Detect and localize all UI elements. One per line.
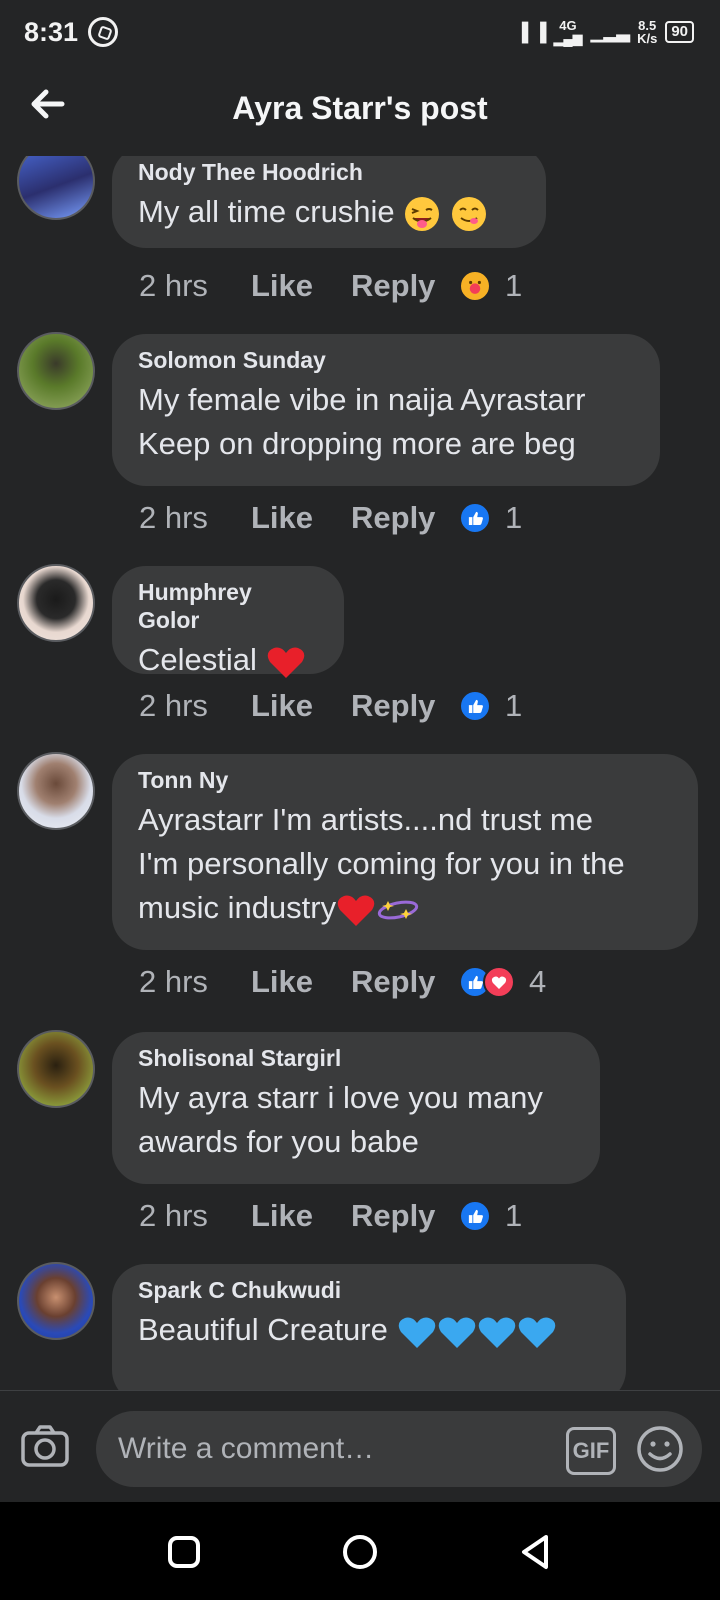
reaction-count: 4 [529, 964, 547, 999]
comment-actions: 2 hrs Like Reply 1 [139, 688, 522, 724]
comment-author[interactable]: Sholisonal Stargirl [138, 1044, 574, 1072]
reaction-summary[interactable] [459, 502, 491, 534]
comment-bubble: Solomon Sunday My female vibe in naija A… [112, 334, 660, 486]
comment-author[interactable]: Tonn Ny [138, 766, 672, 794]
like-button[interactable]: Like [251, 1198, 351, 1234]
comment-bubble: Sholisonal Stargirl My ayra starr i love… [112, 1032, 600, 1184]
whatsapp-icon [88, 17, 119, 47]
reply-button[interactable]: Reply [351, 1198, 459, 1234]
comment-text: Beautiful Creature [138, 1308, 600, 1352]
status-time: 8:31 [24, 16, 79, 47]
comment-text: My female vibe in naija Ayrastarr Keep on… [138, 382, 586, 461]
comment-time[interactable]: 2 hrs [139, 688, 251, 724]
like-reaction-icon [459, 1200, 491, 1232]
comment-composer: GIF [0, 1390, 720, 1502]
blue-heart-emoji-icon [398, 1317, 435, 1348]
comment-text: Celestial [138, 638, 318, 682]
like-reaction-icon [459, 502, 491, 534]
comment-time[interactable]: 2 hrs [139, 500, 251, 536]
system-nav-bar [0, 1502, 720, 1600]
recent-apps-icon[interactable] [164, 1532, 204, 1572]
comment-text: My ayra starr i love you many awards for … [138, 1080, 543, 1159]
camera-icon[interactable] [20, 1423, 70, 1469]
reply-button[interactable]: Reply [351, 964, 459, 1000]
reply-button[interactable]: Reply [351, 500, 459, 536]
comment-actions: 2 hrs Like Reply 1 [139, 500, 522, 536]
like-button[interactable]: Like [251, 964, 351, 1000]
reaction-count: 1 [505, 688, 523, 723]
comment-bubble: Humphrey Golor Celestial [112, 566, 344, 678]
status-bar: 8:31 ▌▐ 4G ▂▄▆ ▁▂▃ 8.5 K/s 90 [0, 0, 720, 64]
comment-text: My all time crushie [138, 190, 520, 234]
comment-text: Ayrastarr I'm artists....nd trust me I'm … [138, 798, 672, 930]
avatar[interactable] [17, 752, 95, 830]
network-speed: 8.5 K/s [637, 18, 658, 46]
blue-heart-emoji-icon [518, 1317, 555, 1348]
avatar[interactable] [17, 1030, 95, 1108]
avatar[interactable] [17, 564, 95, 642]
yum-emoji-icon [451, 196, 486, 231]
comment-list: Nody Thee Hoodrich My all time crushie 2… [0, 156, 720, 1390]
comment-time[interactable]: 2 hrs [139, 268, 251, 304]
like-button[interactable]: Like [251, 268, 351, 304]
comment-time[interactable]: 2 hrs [139, 1198, 251, 1234]
care-reaction-icon [459, 270, 491, 302]
smiley-icon[interactable] [636, 1425, 684, 1473]
love-reaction-icon [483, 966, 515, 998]
avatar[interactable] [17, 156, 95, 220]
reaction-summary[interactable] [459, 690, 491, 722]
avatar[interactable] [17, 1262, 95, 1340]
battery-indicator: 90 [665, 21, 694, 43]
comment-actions: 2 hrs Like Reply 4 [139, 964, 546, 1000]
header: Ayra Starr's post [0, 64, 720, 156]
comment-bubble: Spark C Chukwudi Beautiful Creature [112, 1264, 626, 1390]
comment-author[interactable]: Solomon Sunday [138, 346, 634, 374]
reply-button[interactable]: Reply [351, 268, 459, 304]
blue-heart-emoji-icon [478, 1317, 515, 1348]
red-heart-emoji-icon [337, 895, 375, 926]
avatar[interactable] [17, 332, 95, 410]
comment-actions: 2 hrs Like Reply 1 [139, 1198, 522, 1234]
reaction-summary[interactable] [459, 966, 515, 998]
red-heart-emoji-icon [267, 647, 304, 678]
back-nav-icon[interactable] [516, 1532, 556, 1572]
reaction-summary[interactable] [459, 1200, 491, 1232]
comment-actions: 2 hrs Like Reply 1 [139, 268, 522, 304]
blue-heart-emoji-icon [438, 1317, 475, 1348]
signal-icon: ▁▂▃ [590, 21, 631, 42]
like-reaction-icon [459, 690, 491, 722]
network-type: 4G ▂▄▆ [553, 18, 583, 46]
dizzy-stars-emoji-icon [377, 900, 419, 920]
like-button[interactable]: Like [251, 688, 351, 724]
home-icon[interactable] [340, 1532, 380, 1572]
reply-button[interactable]: Reply [351, 688, 459, 724]
reaction-count: 1 [505, 500, 523, 535]
comment-bubble: Tonn Ny Ayrastarr I'm artists....nd trus… [112, 754, 698, 950]
reaction-count: 1 [505, 1198, 523, 1233]
comment-author[interactable]: Spark C Chukwudi [138, 1276, 600, 1304]
comment-author[interactable]: Humphrey Golor [138, 578, 318, 634]
vibrate-icon: ▌▐ [521, 21, 546, 42]
tongue-wink-emoji-icon [405, 196, 440, 231]
reaction-count: 1 [505, 268, 523, 303]
reaction-summary[interactable] [459, 270, 491, 302]
comment-bubble: Nody Thee Hoodrich My all time crushie [112, 156, 546, 248]
gif-button[interactable]: GIF [566, 1427, 616, 1475]
comment-time[interactable]: 2 hrs [139, 964, 251, 1000]
comment-author[interactable]: Nody Thee Hoodrich [138, 158, 520, 186]
page-title: Ayra Starr's post [232, 90, 488, 126]
like-button[interactable]: Like [251, 500, 351, 536]
